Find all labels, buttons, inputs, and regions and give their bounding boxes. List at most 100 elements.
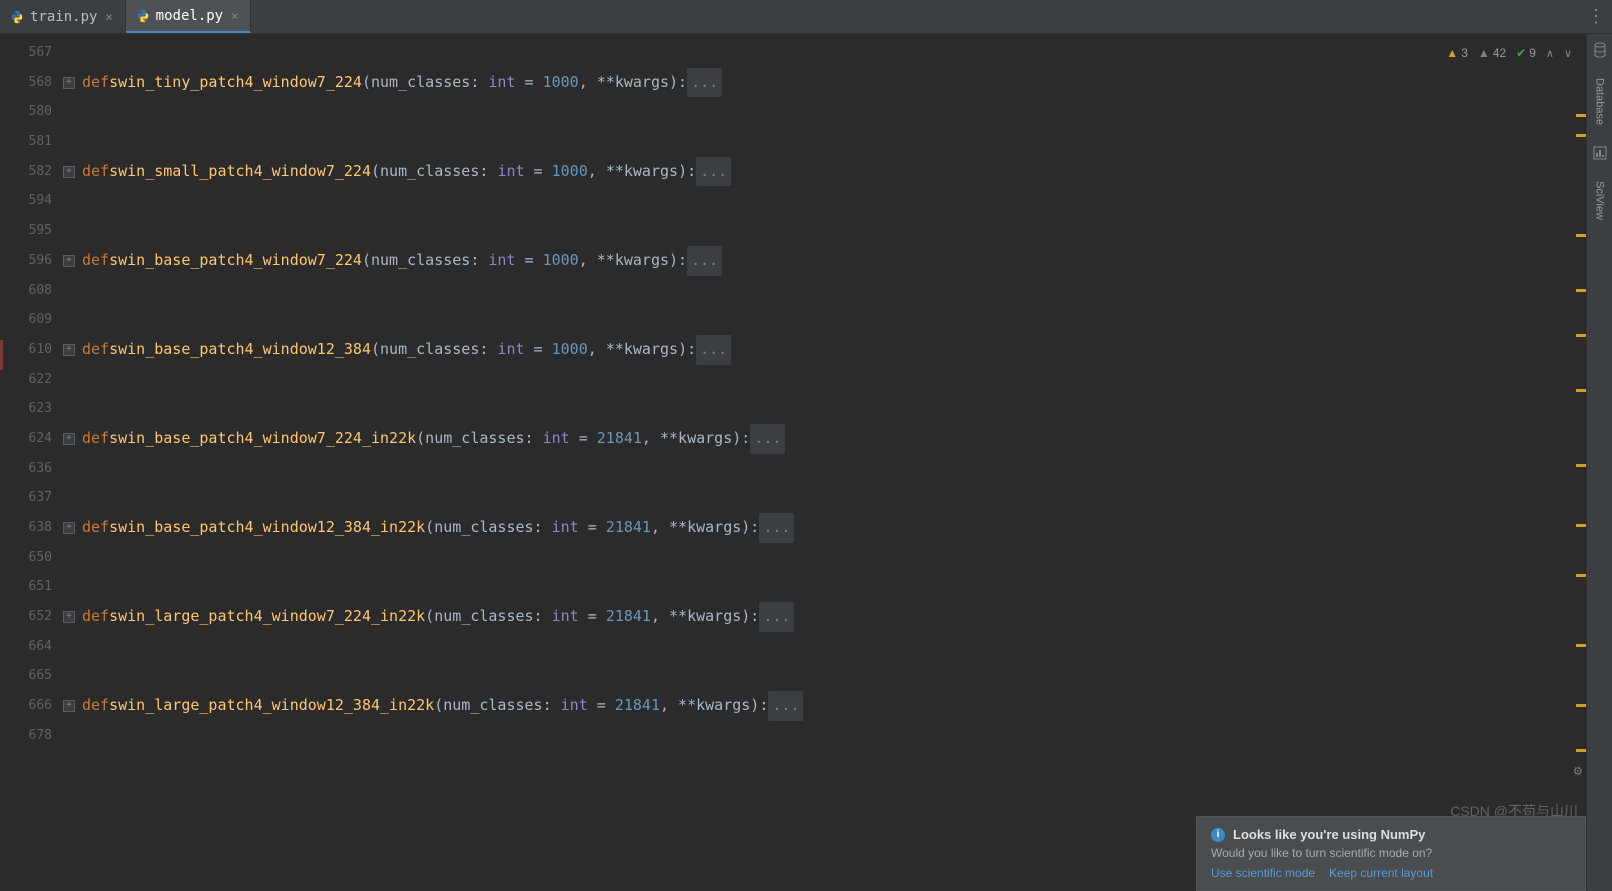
fold-toggle[interactable]: +: [63, 344, 75, 356]
next-highlight-icon[interactable]: ∨: [1564, 47, 1572, 60]
warnings-yellow[interactable]: ▲ 3: [1446, 46, 1468, 60]
stripe-marker[interactable]: [1576, 334, 1586, 337]
fold-toggle[interactable]: +: [63, 255, 75, 267]
fold-toggle[interactable]: +: [63, 700, 75, 712]
stripe-marker[interactable]: [1576, 524, 1586, 527]
code-line[interactable]: [82, 721, 1586, 751]
code-line[interactable]: [82, 38, 1586, 68]
line-number: 637: [0, 483, 52, 513]
notification-popup: i Looks like you're using NumPy Would yo…: [1196, 816, 1586, 891]
line-number: 652: [0, 602, 52, 632]
fold-toggle[interactable]: +: [63, 611, 75, 623]
editor: 5675685805815825945955966086096106226236…: [0, 34, 1612, 891]
line-number: 664: [0, 632, 52, 662]
typos[interactable]: ✔ 9: [1516, 46, 1536, 60]
line-number: 665: [0, 661, 52, 691]
prev-highlight-icon[interactable]: ∧: [1546, 47, 1554, 60]
line-number: 567: [0, 38, 52, 68]
code-line[interactable]: def swin_base_patch4_window7_224_in22k(n…: [82, 424, 1586, 454]
stripe-marker[interactable]: [1576, 234, 1586, 237]
notification-body: Would you like to turn scientific mode o…: [1211, 846, 1571, 860]
code-line[interactable]: [82, 305, 1586, 335]
stripe-marker[interactable]: [1576, 749, 1586, 752]
line-number: 666: [0, 691, 52, 721]
code-line[interactable]: [82, 216, 1586, 246]
line-number: 650: [0, 543, 52, 573]
code-line[interactable]: def swin_tiny_patch4_window7_224(num_cla…: [82, 68, 1586, 98]
line-number: 609: [0, 305, 52, 335]
sciview-icon[interactable]: [1592, 145, 1608, 161]
code-line[interactable]: [82, 483, 1586, 513]
close-icon[interactable]: ×: [229, 9, 240, 23]
code-line[interactable]: [82, 127, 1586, 157]
code-line[interactable]: [82, 543, 1586, 573]
line-number: 608: [0, 276, 52, 306]
tabs-actions: ⋮: [1587, 0, 1612, 33]
line-number: 580: [0, 97, 52, 127]
python-icon: [136, 9, 150, 23]
code-area[interactable]: def swin_tiny_patch4_window7_224(num_cla…: [78, 34, 1586, 891]
stripe-marker[interactable]: [1576, 289, 1586, 292]
typo-count: 9: [1529, 46, 1536, 60]
line-number: 594: [0, 186, 52, 216]
tab-train[interactable]: train.py ×: [0, 0, 126, 33]
line-number: 595: [0, 216, 52, 246]
line-number: 596: [0, 246, 52, 276]
tab-model[interactable]: model.py ×: [126, 0, 252, 33]
line-number: 568: [0, 68, 52, 98]
code-line[interactable]: def swin_small_patch4_window7_224(num_cl…: [82, 157, 1586, 187]
fold-toggle[interactable]: +: [63, 522, 75, 534]
python-icon: [10, 10, 24, 24]
warning-count: 3: [1461, 46, 1468, 60]
line-number: 678: [0, 721, 52, 751]
code-line[interactable]: def swin_large_patch4_window7_224_in22k(…: [82, 602, 1586, 632]
gear-icon[interactable]: ⚙: [1574, 763, 1582, 779]
close-icon[interactable]: ×: [103, 10, 114, 24]
use-scientific-link[interactable]: Use scientific mode: [1211, 866, 1315, 880]
stripe-marker[interactable]: [1576, 704, 1586, 707]
tab-label: train.py: [30, 9, 97, 25]
info-icon: i: [1211, 828, 1225, 842]
stripe-marker[interactable]: [1576, 574, 1586, 577]
editor-tabs: train.py × model.py × ⋮: [0, 0, 1612, 34]
code-line[interactable]: [82, 276, 1586, 306]
fold-toggle[interactable]: +: [63, 433, 75, 445]
code-line[interactable]: def swin_base_patch4_window7_224(num_cla…: [82, 246, 1586, 276]
line-number: 610: [0, 335, 52, 365]
line-number-gutter: 5675685805815825945955966086096106226236…: [0, 34, 60, 891]
weak-warning-icon: ▲: [1478, 46, 1490, 60]
line-number: 636: [0, 454, 52, 484]
code-line[interactable]: [82, 394, 1586, 424]
code-line[interactable]: [82, 186, 1586, 216]
sciview-tool[interactable]: SciView: [1594, 181, 1606, 220]
line-number: 624: [0, 424, 52, 454]
notification-title: Looks like you're using NumPy: [1233, 827, 1425, 842]
line-number: 638: [0, 513, 52, 543]
stripe-marker[interactable]: [1576, 389, 1586, 392]
code-line[interactable]: [82, 97, 1586, 127]
warning-icon: ▲: [1446, 46, 1458, 60]
more-icon[interactable]: ⋮: [1587, 6, 1604, 27]
code-line[interactable]: [82, 365, 1586, 395]
code-line[interactable]: def swin_large_patch4_window12_384_in22k…: [82, 691, 1586, 721]
stripe-marker[interactable]: [1576, 134, 1586, 137]
code-line[interactable]: def swin_base_patch4_window12_384(num_cl…: [82, 335, 1586, 365]
right-toolbar: Database SciView: [1586, 34, 1612, 891]
stripe-marker[interactable]: [1576, 464, 1586, 467]
line-number: 651: [0, 572, 52, 602]
warnings-weak[interactable]: ▲ 42: [1478, 46, 1506, 60]
code-line[interactable]: [82, 661, 1586, 691]
stripe-marker[interactable]: [1576, 644, 1586, 647]
stripe-marker[interactable]: [1576, 114, 1586, 117]
code-line[interactable]: [82, 454, 1586, 484]
code-line[interactable]: [82, 632, 1586, 662]
fold-toggle[interactable]: +: [63, 77, 75, 89]
keep-layout-link[interactable]: Keep current layout: [1329, 866, 1433, 880]
code-line[interactable]: [82, 572, 1586, 602]
fold-toggle[interactable]: +: [63, 166, 75, 178]
fold-gutter: + + + + + + + +: [60, 34, 78, 891]
database-tool[interactable]: Database: [1594, 78, 1606, 125]
database-icon[interactable]: [1592, 42, 1608, 58]
code-line[interactable]: def swin_base_patch4_window12_384_in22k(…: [82, 513, 1586, 543]
inspection-summary[interactable]: ▲ 3 ▲ 42 ✔ 9 ∧ ∨: [1440, 44, 1578, 62]
